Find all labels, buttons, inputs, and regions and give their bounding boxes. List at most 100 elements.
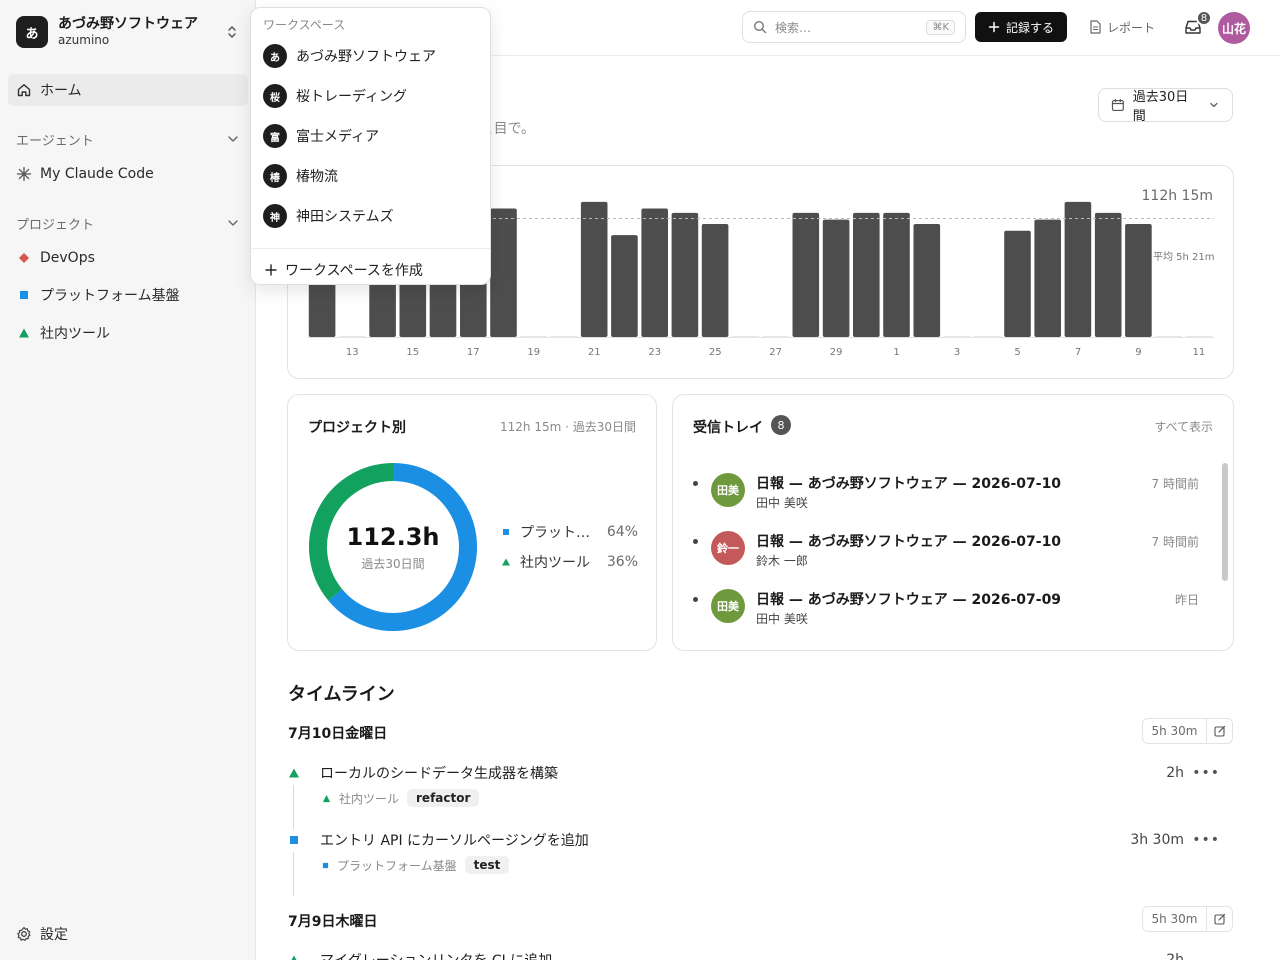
date-range-select[interactable]: 過去30日間 bbox=[1098, 88, 1233, 124]
timeline-entry[interactable]: マイグレーションリンタを CI に追加 2h bbox=[288, 950, 1234, 960]
chart-bar[interactable] bbox=[611, 235, 638, 337]
calendar-icon bbox=[1111, 99, 1124, 111]
chart-bar[interactable] bbox=[853, 212, 880, 337]
timeline-entry[interactable]: ローカルのシードデータ生成器を構築 社内ツール refactor 2h ••• bbox=[288, 763, 1234, 829]
inbox-item[interactable]: 田美 日報 — あづみ野ソフトウェア — 2026-07-10 田中 美咲 7 … bbox=[689, 473, 1204, 517]
dropdown-heading: ワークスペース bbox=[263, 18, 346, 32]
x-tick-label: 3 bbox=[954, 347, 960, 358]
projects-section-header[interactable]: プロジェクト bbox=[16, 213, 240, 233]
sidebar-item-label: 社内ツール bbox=[40, 326, 110, 342]
x-tick-label: 5 bbox=[1014, 347, 1020, 358]
search-input[interactable]: 検索… ⌘K bbox=[742, 11, 966, 43]
x-tick-label: 27 bbox=[769, 347, 782, 358]
chart-bar[interactable] bbox=[792, 212, 820, 337]
chart-bar[interactable] bbox=[913, 224, 941, 337]
card-meta: 112h 15m · 過去30日間 bbox=[500, 420, 636, 434]
entry-tag[interactable]: refactor bbox=[407, 789, 480, 807]
report-button[interactable]: レポート bbox=[1082, 12, 1162, 42]
chart-bar[interactable] bbox=[1004, 230, 1031, 337]
record-button[interactable]: 記録する bbox=[975, 12, 1067, 42]
chevron-down-icon bbox=[1210, 102, 1218, 108]
timeline-entry[interactable]: エントリ API にカーソルページングを追加 プラットフォーム基盤 test 3… bbox=[288, 830, 1234, 896]
search-placeholder: 検索… bbox=[775, 20, 812, 35]
create-workspace-button[interactable]: ワークスペースを作成 bbox=[255, 252, 487, 288]
sidebar-item-project-tools[interactable]: 社内ツール bbox=[8, 317, 248, 349]
chart-bar[interactable] bbox=[1034, 219, 1061, 337]
inbox-item-time: 昨日 bbox=[1174, 593, 1199, 607]
inbox-scrollbar[interactable] bbox=[1222, 463, 1228, 581]
home-icon bbox=[16, 82, 32, 98]
x-tick-label: 23 bbox=[648, 347, 661, 358]
chart-bar[interactable] bbox=[883, 212, 910, 337]
entry-title: マイグレーションリンタを CI に追加 bbox=[320, 950, 552, 960]
inbox-item-title: 日報 — あづみ野ソフトウェア — 2026-07-09 bbox=[756, 592, 1062, 608]
workspace-slug: azumino bbox=[58, 33, 110, 47]
workspace-option-avatar: あ bbox=[263, 44, 287, 68]
workspace-option[interactable]: 神 神田システムズ bbox=[255, 198, 487, 234]
workspace-option-name: 富士メディア bbox=[296, 129, 380, 145]
sidebar-item-agent[interactable]: My Claude Code bbox=[8, 158, 248, 190]
chart-bar[interactable] bbox=[1094, 212, 1122, 337]
inbox-item[interactable]: 田美 日報 — あづみ野ソフトウェア — 2026-07-09 田中 美咲 昨日 bbox=[689, 589, 1204, 633]
sparkle-icon bbox=[16, 166, 32, 182]
x-tick-label: 7 bbox=[1075, 347, 1081, 358]
workspace-option[interactable]: あ あづみ野ソフトウェア bbox=[255, 38, 487, 74]
legend-name: プラット… bbox=[520, 525, 590, 541]
chart-bar[interactable] bbox=[641, 208, 668, 338]
chart-bar[interactable] bbox=[490, 208, 517, 338]
sidebar-item-settings[interactable]: 設定 bbox=[8, 918, 248, 950]
triangle-icon bbox=[16, 325, 32, 341]
chart-bar[interactable] bbox=[580, 201, 608, 337]
edit-icon[interactable] bbox=[1206, 906, 1232, 932]
square-icon bbox=[16, 287, 32, 303]
chart-bar[interactable] bbox=[1064, 201, 1092, 337]
legend-item-platform: プラット… 64% bbox=[500, 522, 638, 542]
card-title: 受信トレイ bbox=[693, 420, 763, 436]
chevron-down-icon bbox=[228, 136, 238, 142]
app-root: あ あづみ野ソフトウェア azumino ホーム エージェント My Claud… bbox=[0, 0, 1280, 960]
x-tick-label: 19 bbox=[527, 347, 540, 358]
workspace-option[interactable]: 富 富士メディア bbox=[255, 118, 487, 154]
chart-bar[interactable] bbox=[671, 212, 699, 337]
view-all-link[interactable]: すべて表示 bbox=[1154, 418, 1213, 435]
sidebar-item-label: 設定 bbox=[40, 927, 68, 943]
entry-tag[interactable]: test bbox=[464, 856, 510, 874]
workspace-switcher[interactable]: あ あづみ野ソフトウェア azumino bbox=[8, 8, 248, 56]
day-total: 5h 30m bbox=[1151, 912, 1198, 926]
workspace-names: あづみ野ソフトウェア azumino bbox=[58, 16, 224, 48]
card-title: プロジェクト別 bbox=[308, 420, 406, 436]
sidebar-item-home[interactable]: ホーム bbox=[8, 74, 248, 106]
entry-title: ローカルのシードデータ生成器を構築 bbox=[320, 766, 558, 782]
chart-bar[interactable] bbox=[822, 219, 850, 337]
workspace-option[interactable]: 椿 椿物流 bbox=[255, 158, 487, 194]
chart-bar[interactable] bbox=[701, 224, 729, 337]
user-avatar[interactable]: 山花 bbox=[1218, 12, 1250, 44]
x-tick-label: 13 bbox=[346, 347, 359, 358]
square-icon bbox=[500, 528, 512, 536]
edit-icon[interactable] bbox=[1206, 718, 1232, 744]
inbox-item[interactable]: 鈴一 日報 — あづみ野ソフトウェア — 2026-07-10 鈴木 一郎 7 … bbox=[689, 531, 1204, 575]
entry-title: エントリ API にカーソルページングを追加 bbox=[320, 833, 589, 849]
workspace-option-avatar: 椿 bbox=[263, 164, 287, 188]
sidebar-item-project-devops[interactable]: DevOps bbox=[8, 242, 248, 274]
square-icon bbox=[322, 862, 329, 868]
x-tick-label: 15 bbox=[406, 347, 419, 358]
avatar: 田美 bbox=[711, 473, 745, 507]
sidebar: あ あづみ野ソフトウェア azumino ホーム エージェント My Claud… bbox=[0, 0, 256, 960]
more-icon[interactable]: ••• bbox=[1192, 832, 1220, 848]
entry-project: 社内ツール bbox=[339, 791, 400, 806]
day-total-pill: 5h 30m bbox=[1142, 718, 1233, 744]
diamond-icon bbox=[16, 250, 32, 266]
avatar: 鈴一 bbox=[711, 531, 745, 565]
section-label: プロジェクト bbox=[16, 217, 95, 233]
sidebar-item-project-platform[interactable]: プラットフォーム基盤 bbox=[8, 279, 248, 311]
agents-section-header[interactable]: エージェント bbox=[16, 129, 240, 149]
legend-name: 社内ツール bbox=[520, 555, 590, 571]
chart-bar[interactable] bbox=[1125, 224, 1152, 337]
legend-pct: 64% bbox=[606, 524, 638, 540]
workspace-option[interactable]: 桜 桜トレーディング bbox=[255, 78, 487, 114]
report-label: レポート bbox=[1106, 20, 1155, 35]
search-shortcut: ⌘K bbox=[926, 19, 955, 35]
more-icon[interactable]: ••• bbox=[1192, 765, 1220, 781]
chevron-down-icon bbox=[228, 220, 238, 226]
